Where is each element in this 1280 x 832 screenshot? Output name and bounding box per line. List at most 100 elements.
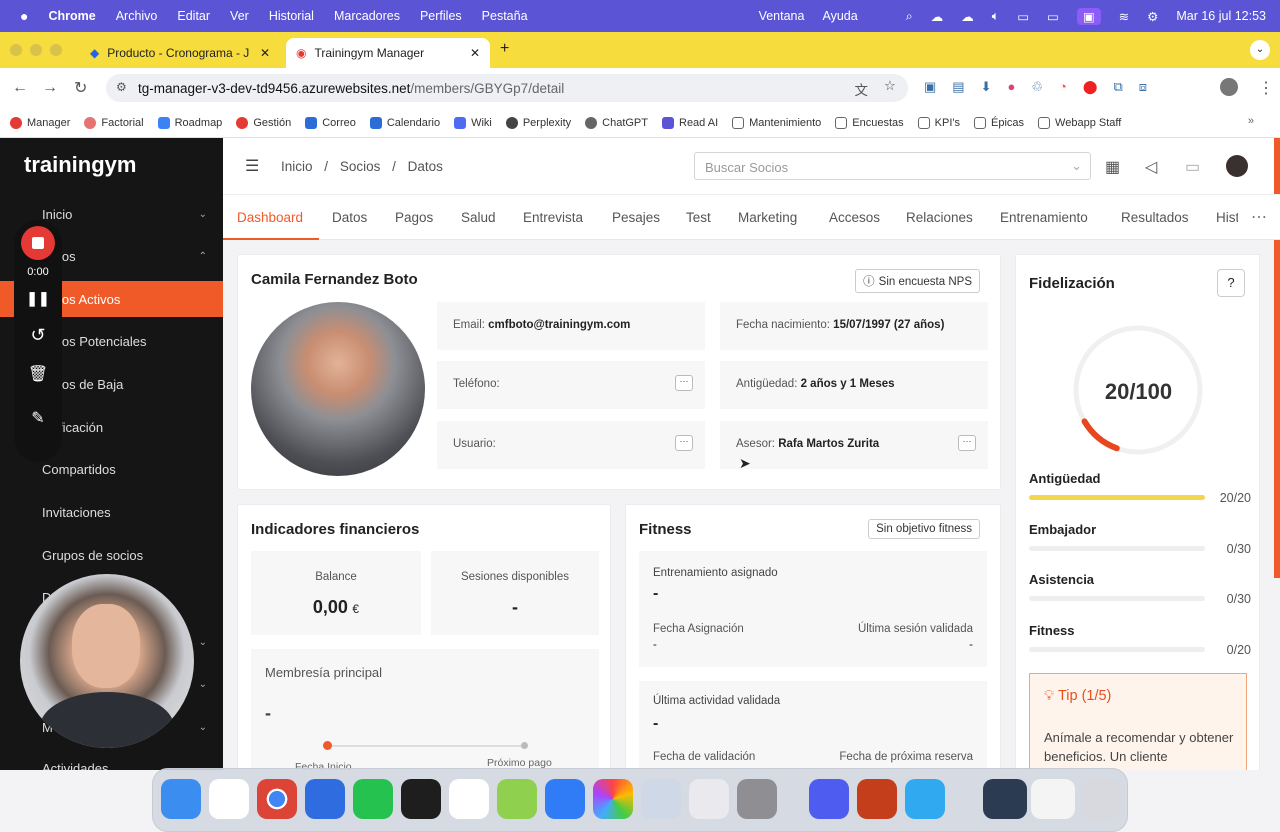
trash-icon[interactable]: 🗑︎: [28, 364, 48, 384]
search-icon[interactable]: ⌕: [906, 9, 913, 24]
pen-icon[interactable]: ✎: [31, 408, 44, 428]
menu-ver[interactable]: Ver: [230, 9, 249, 23]
tab-search-icon[interactable]: ⌄: [1250, 40, 1270, 60]
photos-icon[interactable]: [593, 779, 633, 819]
bookmark[interactable]: Wiki: [454, 116, 492, 129]
cloud-icon[interactable]: ☁: [961, 9, 974, 24]
app-icon[interactable]: [809, 779, 849, 819]
menu-editar[interactable]: Editar: [177, 9, 210, 23]
finder-icon[interactable]: [161, 779, 201, 819]
bookmark[interactable]: Correo: [305, 116, 356, 129]
menu-app-name[interactable]: Chrome: [48, 9, 95, 23]
address-bar[interactable]: ⚙ tg-manager-v3-dev-td9456.azurewebsites…: [106, 74, 908, 102]
app-icon[interactable]: [545, 779, 585, 819]
extensions-icons[interactable]: ▣ ▤ ⬇ ● ♲ ◔ ⬤ ⧉ ⧈: [924, 79, 1147, 95]
calendar-icon[interactable]: ▦: [1105, 157, 1120, 177]
powerpoint-icon[interactable]: [857, 779, 897, 819]
edit-advisor-button[interactable]: ⋯: [958, 435, 976, 451]
member-search-input[interactable]: Buscar Socios ⌄: [694, 152, 1091, 180]
launchpad-icon[interactable]: [689, 779, 729, 819]
sidebar-item-actividades[interactable]: Actividades: [0, 750, 223, 771]
chrome-icon[interactable]: [257, 779, 297, 819]
chat-icon[interactable]: ▭: [1185, 157, 1200, 177]
tab-pagos[interactable]: Pagos: [395, 210, 433, 225]
edit-phone-button[interactable]: ⋯: [675, 375, 693, 391]
window-thumbnail[interactable]: [983, 779, 1027, 819]
tab-accesos[interactable]: Accesos: [829, 210, 880, 225]
bookmark-folder[interactable]: Mantenimiento: [732, 116, 821, 129]
menu-archivo[interactable]: Archivo: [116, 9, 158, 23]
browser-tab-active[interactable]: ◉ Trainingym Manager ✕: [286, 38, 490, 68]
tasks-icon[interactable]: [305, 779, 345, 819]
window-controls[interactable]: [10, 44, 62, 56]
menubar-clock[interactable]: Mar 16 jul 12:53: [1176, 9, 1266, 23]
menu-toggle-icon[interactable]: ☰: [245, 156, 259, 176]
translate-icon[interactable]: 文: [855, 79, 869, 99]
sidebar-item-invitaciones[interactable]: Invitaciones: [0, 494, 223, 530]
apple-icon[interactable]: ●: [20, 8, 28, 24]
menu-kebab-icon[interactable]: ⋮: [1258, 78, 1274, 98]
window-thumbnail[interactable]: [1031, 779, 1075, 819]
bookmark[interactable]: Manager: [10, 116, 70, 129]
close-icon[interactable]: ✕: [470, 46, 480, 60]
stop-record-button[interactable]: [21, 226, 55, 260]
pause-icon[interactable]: ❚❚: [26, 290, 49, 307]
display-icon[interactable]: ▭: [1017, 9, 1029, 24]
tab-datos[interactable]: Datos: [332, 210, 367, 225]
megaphone-icon[interactable]: ◁: [1145, 157, 1157, 177]
tab-test[interactable]: Test: [686, 210, 711, 225]
preview-icon[interactable]: [641, 779, 681, 819]
more-tabs-icon[interactable]: ⋯: [1251, 207, 1267, 227]
bookmark[interactable]: ChatGPT: [585, 116, 648, 129]
battery-icon[interactable]: ▭: [1047, 9, 1059, 24]
webcam-bubble[interactable]: [20, 574, 194, 748]
bookmark-folder[interactable]: Webapp Staff: [1038, 116, 1121, 129]
site-info-icon[interactable]: ⚙: [116, 80, 127, 94]
more-bookmarks-icon[interactable]: »: [1248, 115, 1254, 127]
bookmark-folder[interactable]: KPI's: [917, 116, 960, 129]
bookmark[interactable]: Gestión: [236, 116, 291, 129]
slack-icon[interactable]: [209, 779, 249, 819]
screen-record-icon[interactable]: ▣: [1076, 7, 1101, 25]
help-icon[interactable]: ?: [1217, 269, 1245, 297]
control-center-icon[interactable]: ⚙: [1147, 9, 1158, 24]
bookmark-folder[interactable]: Épicas: [974, 116, 1024, 129]
sidebar-item-grupos[interactable]: Grupos de socios: [0, 537, 223, 573]
forward-icon[interactable]: →: [42, 79, 58, 97]
tab-salud[interactable]: Salud: [461, 210, 496, 225]
bookmark[interactable]: Perplexity: [505, 116, 571, 129]
member-photo[interactable]: [251, 302, 425, 476]
menu-ayuda[interactable]: Ayuda: [822, 9, 857, 23]
chatgpt-icon[interactable]: [449, 779, 489, 819]
fitness-goal-button[interactable]: Sin objetivo fitness: [868, 519, 980, 539]
system-settings-icon[interactable]: [737, 779, 777, 819]
menu-perfiles[interactable]: Perfiles: [420, 9, 462, 23]
whatsapp-icon[interactable]: [353, 779, 393, 819]
menu-marcadores[interactable]: Marcadores: [334, 9, 400, 23]
user-avatar[interactable]: [1226, 155, 1248, 177]
nps-button[interactable]: ⓘ Sin encuesta NPS: [855, 269, 980, 293]
bookmark[interactable]: Read AI: [662, 116, 718, 129]
tab-entrenamiento[interactable]: Entrenamiento: [1000, 210, 1088, 225]
new-tab-icon[interactable]: +: [500, 40, 509, 58]
tab-pesajes[interactable]: Pesajes: [612, 210, 660, 225]
figma-icon[interactable]: [401, 779, 441, 819]
tab-relaciones[interactable]: Relaciones: [906, 210, 973, 225]
back-icon[interactable]: ←: [12, 79, 28, 97]
bookmark-star-icon[interactable]: ☆: [884, 78, 896, 94]
profile-avatar[interactable]: [1220, 78, 1238, 96]
browser-tab[interactable]: ◆ Producto - Cronograma - J ✕: [80, 38, 280, 68]
app-icon[interactable]: [497, 779, 537, 819]
tab-resultados[interactable]: Resultados: [1121, 210, 1189, 225]
wifi-icon[interactable]: ≋: [1119, 9, 1129, 24]
tab-historial[interactable]: Hist: [1216, 210, 1238, 225]
app-icon[interactable]: [905, 779, 945, 819]
bookmark[interactable]: Roadmap: [157, 116, 222, 129]
tab-marketing[interactable]: Marketing: [738, 210, 797, 225]
bookmark[interactable]: Calendario: [369, 116, 440, 129]
volume-icon[interactable]: 🔈︎: [992, 9, 1000, 24]
trash-icon[interactable]: [1081, 779, 1121, 819]
breadcrumb-item[interactable]: Inicio: [281, 159, 313, 174]
menu-pestana[interactable]: Pestaña: [482, 9, 528, 23]
cloud-icon[interactable]: ☁: [931, 9, 944, 24]
